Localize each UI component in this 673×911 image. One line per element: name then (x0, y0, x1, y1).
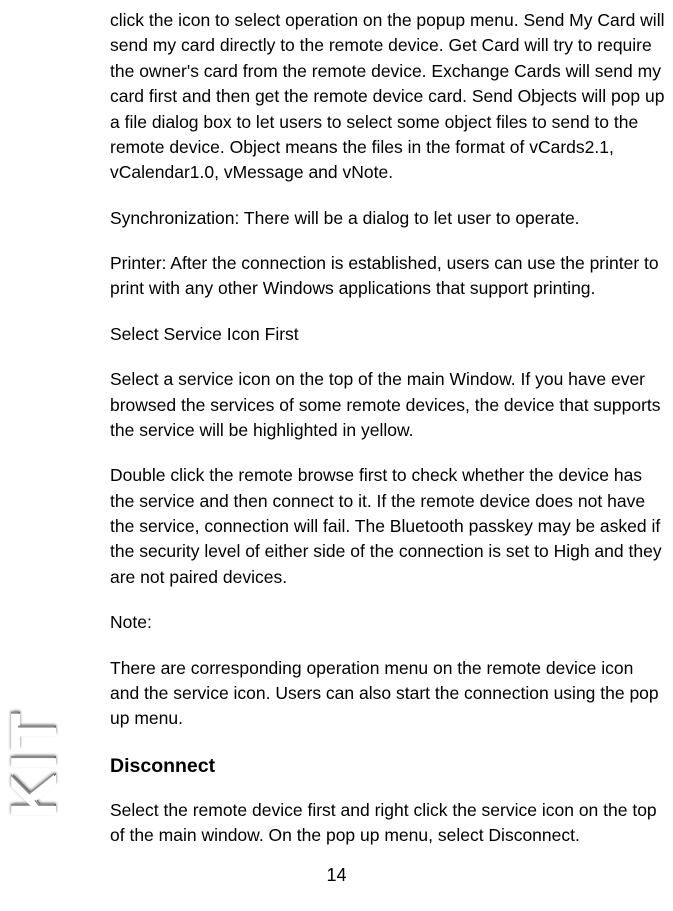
paragraph: Select a service icon on the top of the … (110, 367, 665, 443)
paragraph: Select the remote device first and right… (110, 798, 665, 849)
paragraph: Synchronization: There will be a dialog … (110, 206, 665, 231)
side-title: BLUETOOTH POWER KIT (0, 48, 70, 818)
document-content: click the icon to select operation on th… (110, 8, 665, 891)
paragraph: Select Service Icon First (110, 322, 665, 347)
paragraph: click the icon to select operation on th… (110, 8, 665, 186)
paragraph: There are corresponding operation menu o… (110, 656, 665, 732)
paragraph: Printer: After the connection is establi… (110, 251, 665, 302)
paragraph-note-label: Note: (110, 610, 665, 635)
page-number: 14 (0, 865, 673, 886)
heading-disconnect: Disconnect (110, 752, 665, 780)
paragraph: Double click the remote browse first to … (110, 463, 665, 590)
